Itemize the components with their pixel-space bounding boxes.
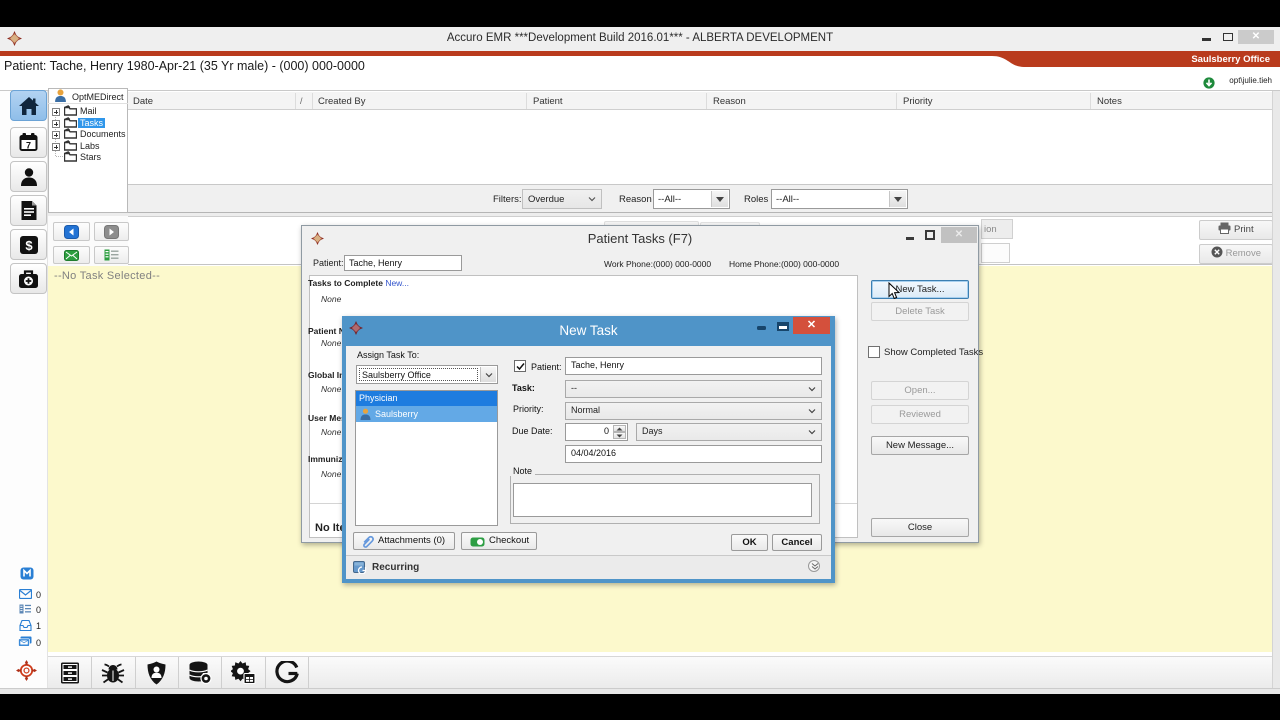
svg-text:$: $ — [25, 238, 33, 253]
svg-text:7: 7 — [26, 141, 31, 151]
